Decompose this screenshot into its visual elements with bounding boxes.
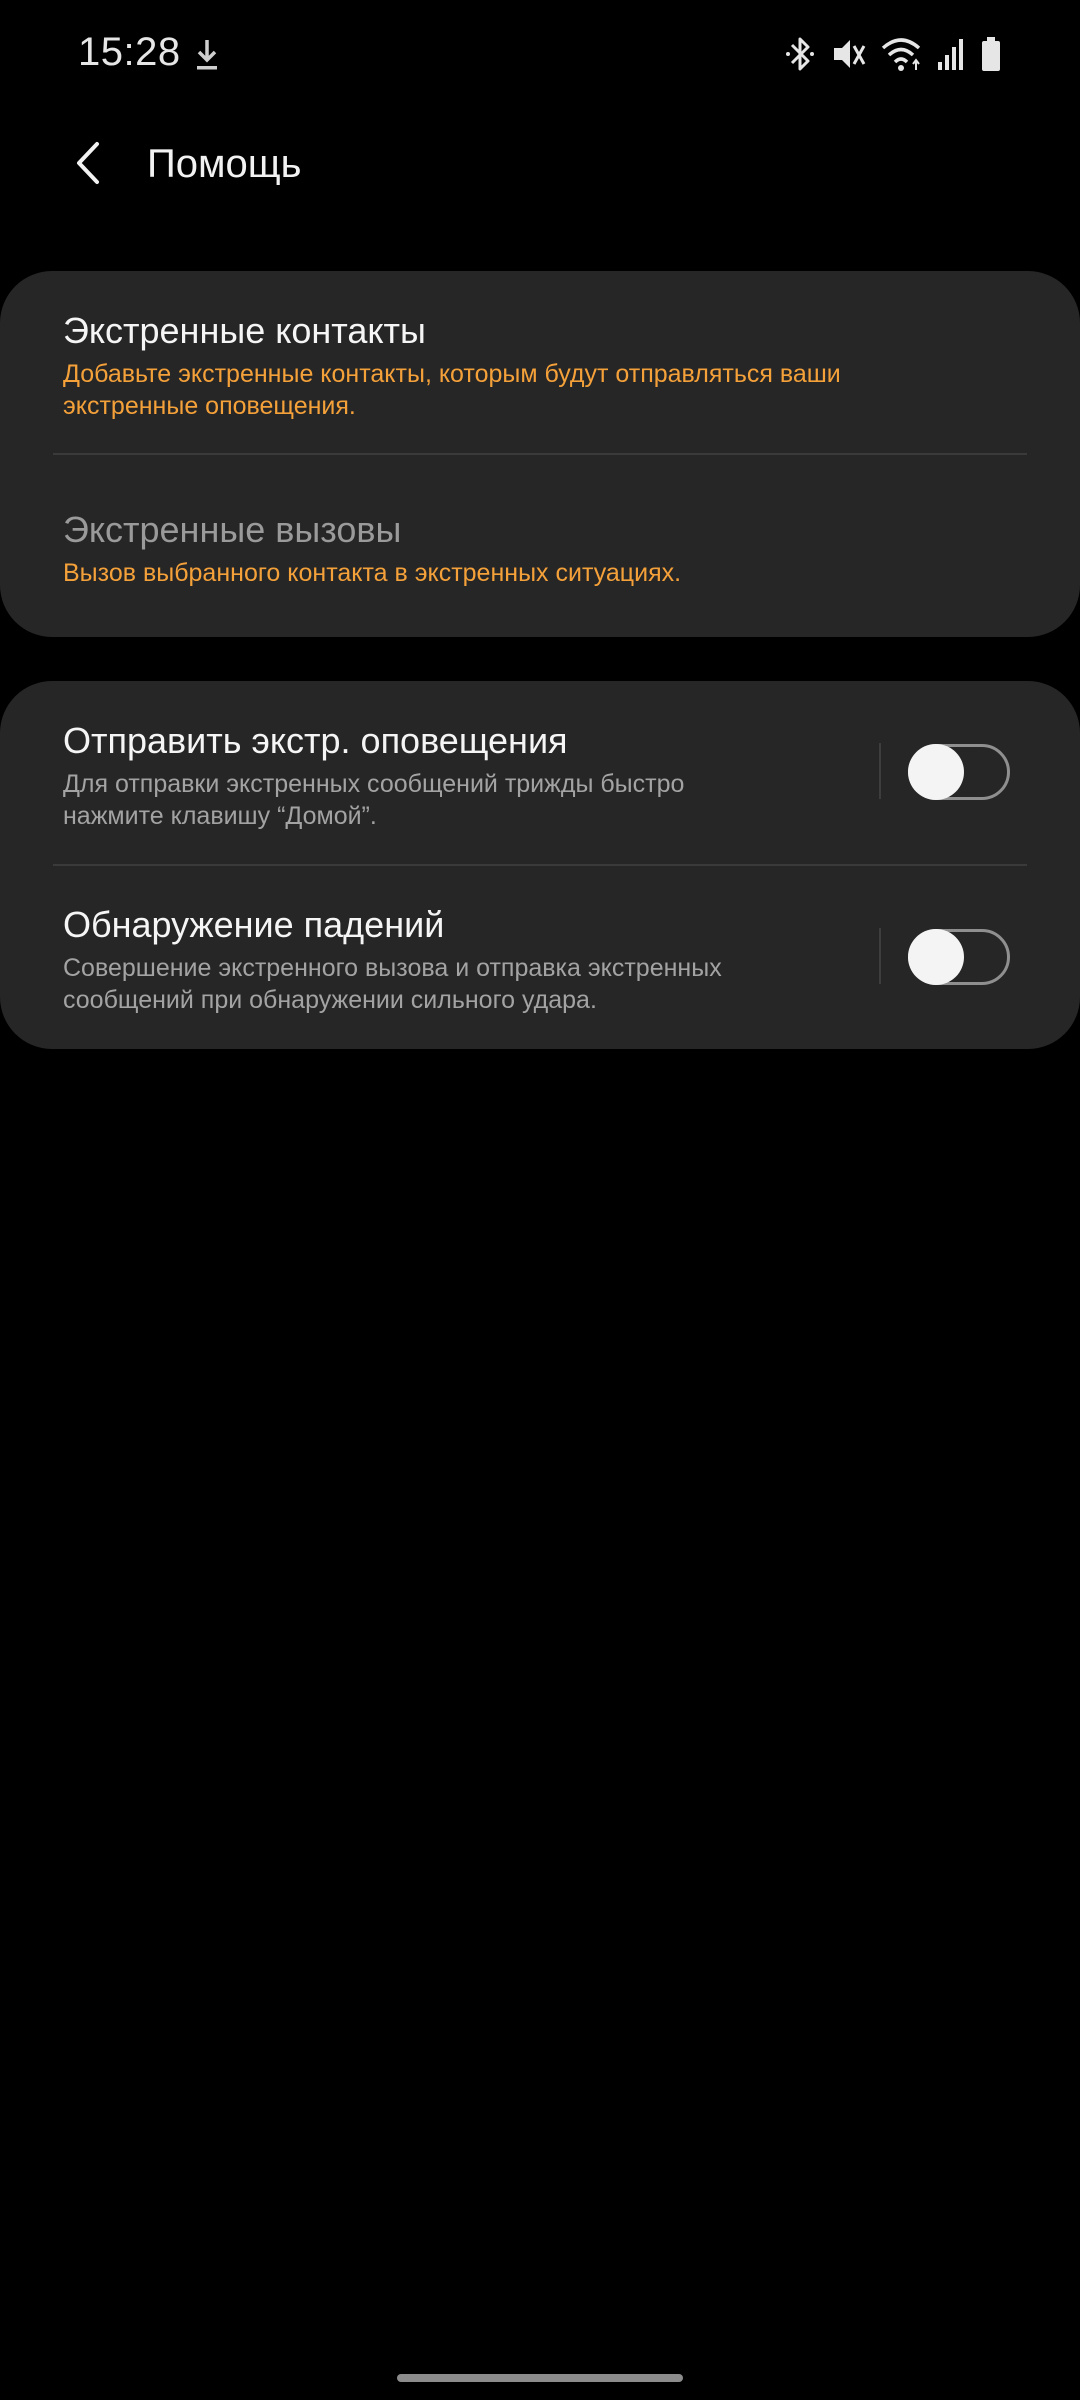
send-alerts-subtitle-line2: нажмите клавишу “Домой”.	[63, 802, 377, 830]
emergency-contacts-subtitle-line1: Добавьте экстренные контакты, которым бу…	[63, 360, 841, 388]
vertical-separator	[879, 743, 881, 799]
back-button[interactable]	[52, 130, 122, 200]
fall-detection-switch[interactable]	[908, 929, 1010, 985]
home-indicator[interactable]	[397, 2374, 683, 2382]
status-time: 15:28	[78, 30, 181, 74]
app-bar: Помощь	[0, 110, 1080, 220]
emergency-calls-item[interactable]: Экстренные вызовы Вызов выбранного конта…	[0, 455, 1080, 637]
wifi-icon	[880, 34, 922, 74]
send-alerts-title: Отправить экстр. оповещения	[63, 720, 568, 761]
toggles-card: Отправить экстр. оповещения Для отправки…	[0, 681, 1080, 1049]
signal-icon	[936, 34, 966, 74]
emergency-calls-subtitle: Вызов выбранного контакта в экстренных с…	[63, 559, 682, 587]
status-bar: 15:28	[0, 0, 1080, 110]
fall-detection-subtitle-line1: Совершение экстренного вызова и отправка…	[63, 954, 722, 982]
switch-knob	[908, 744, 964, 800]
page-title: Помощь	[147, 142, 302, 186]
emergency-contacts-item[interactable]: Экстренные контакты Добавьте экстренные …	[0, 271, 1080, 452]
contacts-card: Экстренные контакты Добавьте экстренные …	[0, 271, 1080, 637]
send-alerts-item[interactable]: Отправить экстр. оповещения Для отправки…	[0, 681, 1080, 864]
send-alerts-subtitle-line1: Для отправки экстренных сообщений трижды…	[63, 770, 685, 798]
fall-detection-subtitle-line2: сообщений при обнаружении сильного удара…	[63, 986, 597, 1014]
send-alerts-switch[interactable]	[908, 744, 1010, 800]
download-icon	[192, 36, 222, 76]
fall-detection-title: Обнаружение падений	[63, 904, 445, 945]
vibrate-mute-icon	[830, 34, 866, 74]
switch-knob	[908, 929, 964, 985]
emergency-contacts-subtitle-line2: экстренные оповещения.	[63, 392, 356, 420]
fall-detection-item[interactable]: Обнаружение падений Совершение экстренно…	[0, 866, 1080, 1049]
bluetooth-icon	[784, 34, 816, 74]
emergency-contacts-title: Экстренные контакты	[63, 310, 426, 351]
status-icons	[784, 32, 1002, 76]
chevron-left-icon	[67, 138, 107, 193]
battery-icon	[980, 34, 1002, 74]
emergency-calls-title: Экстренные вызовы	[63, 509, 402, 550]
vertical-separator	[879, 928, 881, 984]
